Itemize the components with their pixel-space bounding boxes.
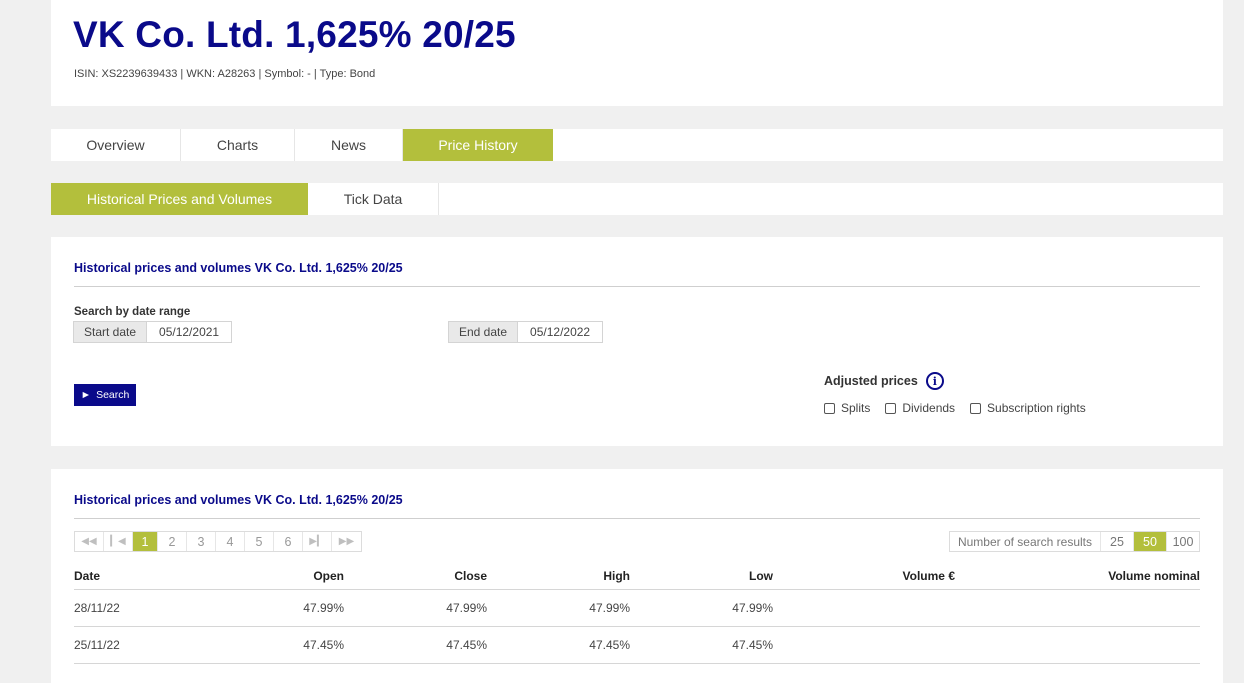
cell-date: 28/11/22 [74, 589, 184, 627]
main-tabs: Overview Charts News Price History [51, 129, 1223, 161]
info-icon[interactable]: i [925, 372, 944, 390]
checkbox-icon [970, 402, 982, 414]
security-meta: ISIN: XS2239639433 | WKN: A28263 | Symbo… [74, 68, 376, 80]
tab-price-history[interactable]: Price History [403, 129, 553, 161]
col-high[interactable]: High [487, 562, 630, 590]
end-date-field[interactable]: End date 05/12/2022 [448, 321, 604, 343]
tab-tick-data[interactable]: Tick Data [308, 183, 439, 215]
cell-low: 47.45% [630, 626, 773, 664]
date-range-label: Search by date range [74, 306, 191, 318]
page-3[interactable]: 3 [187, 532, 216, 551]
page-6[interactable]: 6 [274, 532, 303, 551]
end-date-label: End date [449, 322, 519, 342]
checkbox-icon [885, 402, 897, 414]
search-panel: Historical prices and volumes VK Co. Ltd… [51, 237, 1223, 446]
results-per-page-label: Number of search results [950, 532, 1101, 551]
col-volume-nominal[interactable]: Volume nominal [955, 562, 1200, 590]
col-close[interactable]: Close [344, 562, 487, 590]
splits-label: Splits [841, 401, 871, 415]
tab-historical-prices[interactable]: Historical Prices and Volumes [51, 183, 308, 215]
subscription-rights-checkbox[interactable]: Subscription rights [970, 401, 1086, 415]
cell-close: 47.99% [344, 589, 487, 627]
adjusted-prices-heading: Adjusted prices i [824, 372, 944, 390]
cell-date: 25/11/22 [74, 626, 184, 664]
start-date-field[interactable]: Start date 05/12/2021 [73, 321, 233, 343]
results-25[interactable]: 25 [1101, 532, 1134, 551]
start-date-label: Start date [74, 322, 148, 342]
results-100[interactable]: 100 [1167, 532, 1199, 551]
start-date-input[interactable]: 05/12/2021 [147, 322, 232, 342]
adjusted-prices-label: Adjusted prices [824, 374, 918, 388]
page-1[interactable]: 1 [133, 532, 158, 551]
page-title: VK Co. Ltd. 1,625% 20/25 [73, 14, 516, 55]
sub-tabs: Historical Prices and Volumes Tick Data [51, 183, 1223, 215]
adjustment-options: Splits Dividends Subscription rights [824, 401, 1101, 415]
page-4[interactable]: 4 [216, 532, 245, 551]
cell-volume-nominal [955, 589, 1200, 627]
last-page-icon[interactable]: ▶▎ [303, 532, 332, 551]
col-date[interactable]: Date [74, 562, 184, 590]
last-page-fast-icon[interactable]: ▶▶ [332, 532, 361, 551]
search-panel-title: Historical prices and volumes VK Co. Ltd… [74, 261, 403, 275]
table-row: 25/11/22 47.45% 47.45% 47.45% 47.45% [74, 626, 1200, 664]
tab-charts[interactable]: Charts [181, 129, 295, 161]
col-volume-eur[interactable]: Volume € [773, 562, 955, 590]
table-row: 28/11/22 47.99% 47.99% 47.99% 47.99% [74, 589, 1200, 627]
results-per-page: Number of search results 25 50 100 [948, 531, 1200, 552]
results-panel: Historical prices and volumes VK Co. Ltd… [51, 469, 1223, 683]
search-button[interactable]: ► Search [74, 384, 136, 406]
end-date-input[interactable]: 05/12/2022 [518, 322, 603, 342]
divider [74, 518, 1200, 519]
cell-open: 47.99% [184, 589, 344, 627]
page-2[interactable]: 2 [158, 532, 187, 551]
cell-volume-eur [773, 589, 955, 627]
divider [74, 286, 1200, 287]
page-5[interactable]: 5 [245, 532, 274, 551]
results-panel-title: Historical prices and volumes VK Co. Ltd… [74, 493, 403, 507]
first-page-icon[interactable]: ▎◀ [104, 532, 133, 551]
cell-open: 47.45% [184, 626, 344, 664]
search-button-label: Search [96, 389, 130, 401]
tab-overview[interactable]: Overview [51, 129, 181, 161]
dividends-checkbox[interactable]: Dividends [885, 401, 955, 415]
pagination: ◀◀ ▎◀ 1 2 3 4 5 6 ▶▎ ▶▶ [74, 531, 362, 552]
results-50[interactable]: 50 [1134, 532, 1167, 551]
tab-news[interactable]: News [295, 129, 403, 161]
cell-high: 47.45% [487, 626, 630, 664]
checkbox-icon [824, 402, 835, 414]
cell-high: 47.99% [487, 589, 630, 627]
splits-checkbox[interactable]: Splits [824, 401, 870, 415]
col-low[interactable]: Low [630, 562, 773, 590]
col-open[interactable]: Open [184, 562, 344, 590]
cell-low: 47.99% [630, 589, 773, 627]
play-icon: ► [80, 389, 92, 401]
cell-close: 47.45% [344, 626, 487, 664]
price-history-table: Date Open Close High Low Volume € Volume… [74, 562, 1200, 664]
first-page-fast-icon[interactable]: ◀◀ [75, 532, 104, 551]
cell-volume-eur [773, 626, 955, 664]
dividends-label: Dividends [902, 401, 956, 415]
cell-volume-nominal [955, 626, 1200, 664]
page-header: VK Co. Ltd. 1,625% 20/25 ISIN: XS2239639… [51, 0, 1223, 106]
table-header-row: Date Open Close High Low Volume € Volume… [74, 562, 1200, 590]
subscription-rights-label: Subscription rights [987, 401, 1086, 415]
